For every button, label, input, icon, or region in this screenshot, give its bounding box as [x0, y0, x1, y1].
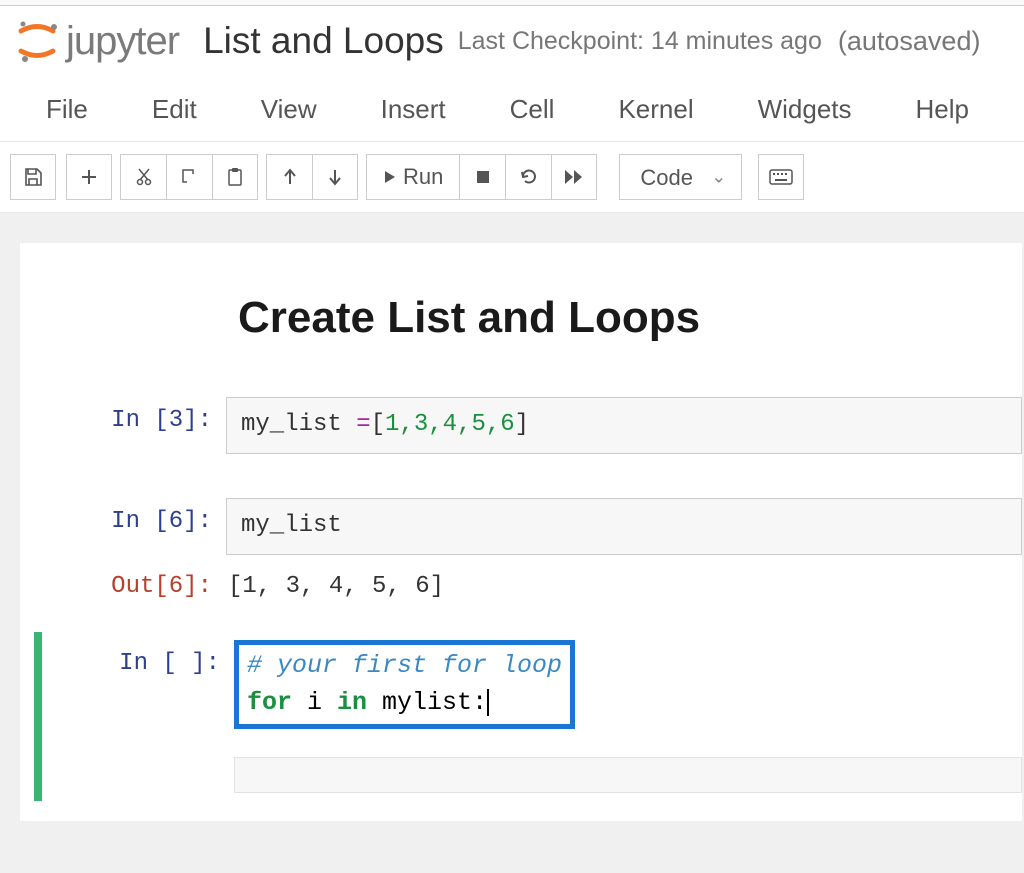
input-prompt: In [3]: [20, 397, 226, 454]
jupyter-icon [14, 18, 60, 64]
toolbar: Run Code ⌄ [0, 142, 1024, 213]
notebook: Create List and Loops In [3]: my_list =[… [20, 243, 1022, 821]
menu-help[interactable]: Help [884, 76, 1001, 141]
run-label: Run [403, 164, 443, 190]
menu-kernel[interactable]: Kernel [586, 76, 725, 141]
menu-widgets[interactable]: Widgets [726, 76, 884, 141]
code-cell[interactable]: In [6]: my_list [20, 490, 1022, 563]
input-prompt: In [6]: [20, 498, 226, 555]
code-input[interactable]: my_list =[1,3,4,5,6] [226, 397, 1022, 454]
autosaved-text: (autosaved) [838, 26, 981, 57]
jupyter-logo[interactable]: jupyter [14, 18, 179, 64]
restart-button[interactable] [505, 154, 551, 200]
checkpoint-text: Last Checkpoint: 14 minutes ago [458, 27, 822, 56]
notebook-area: Create List and Loops In [3]: my_list =[… [0, 213, 1024, 873]
copy-button[interactable] [166, 154, 212, 200]
command-palette-button[interactable] [758, 154, 804, 200]
code-input[interactable]: # your first for loop for i in mylist: [234, 640, 575, 729]
menubar: File Edit View Insert Cell Kernel Widget… [0, 74, 1024, 142]
menu-insert[interactable]: Insert [349, 76, 478, 141]
move-down-button[interactable] [312, 154, 358, 200]
output-row: Out[6]: [1, 3, 4, 5, 6] [20, 563, 1022, 614]
cell-type-select[interactable]: Code [619, 154, 742, 200]
heading: Create List and Loops [238, 293, 982, 343]
cut-button[interactable] [120, 154, 166, 200]
markdown-cell[interactable]: Create List and Loops [20, 293, 1022, 343]
menu-file[interactable]: File [14, 76, 120, 141]
header: jupyter List and Loops Last Checkpoint: … [0, 6, 1024, 74]
add-cell-button[interactable] [66, 154, 112, 200]
code-trailing-area[interactable] [234, 757, 1022, 793]
move-up-button[interactable] [266, 154, 312, 200]
code-cell[interactable]: In [3]: my_list =[1,3,4,5,6] [20, 389, 1022, 462]
menu-edit[interactable]: Edit [120, 76, 229, 141]
brand-name: jupyter [66, 19, 179, 64]
save-button[interactable] [10, 154, 56, 200]
stop-button[interactable] [459, 154, 505, 200]
output-text: [1, 3, 4, 5, 6] [226, 563, 1022, 606]
output-prompt: Out[6]: [20, 563, 226, 606]
code-cell-selected[interactable]: In [ ]: # your first for loop for i in m… [34, 632, 1022, 801]
menu-view[interactable]: View [229, 76, 349, 141]
input-prompt: In [ ]: [42, 640, 234, 793]
notebook-title[interactable]: List and Loops [203, 20, 444, 62]
code-input[interactable]: my_list [226, 498, 1022, 555]
cursor-icon [487, 689, 489, 717]
menu-cell[interactable]: Cell [478, 76, 587, 141]
fast-forward-button[interactable] [551, 154, 597, 200]
run-button[interactable]: Run [366, 154, 459, 200]
paste-button[interactable] [212, 154, 258, 200]
